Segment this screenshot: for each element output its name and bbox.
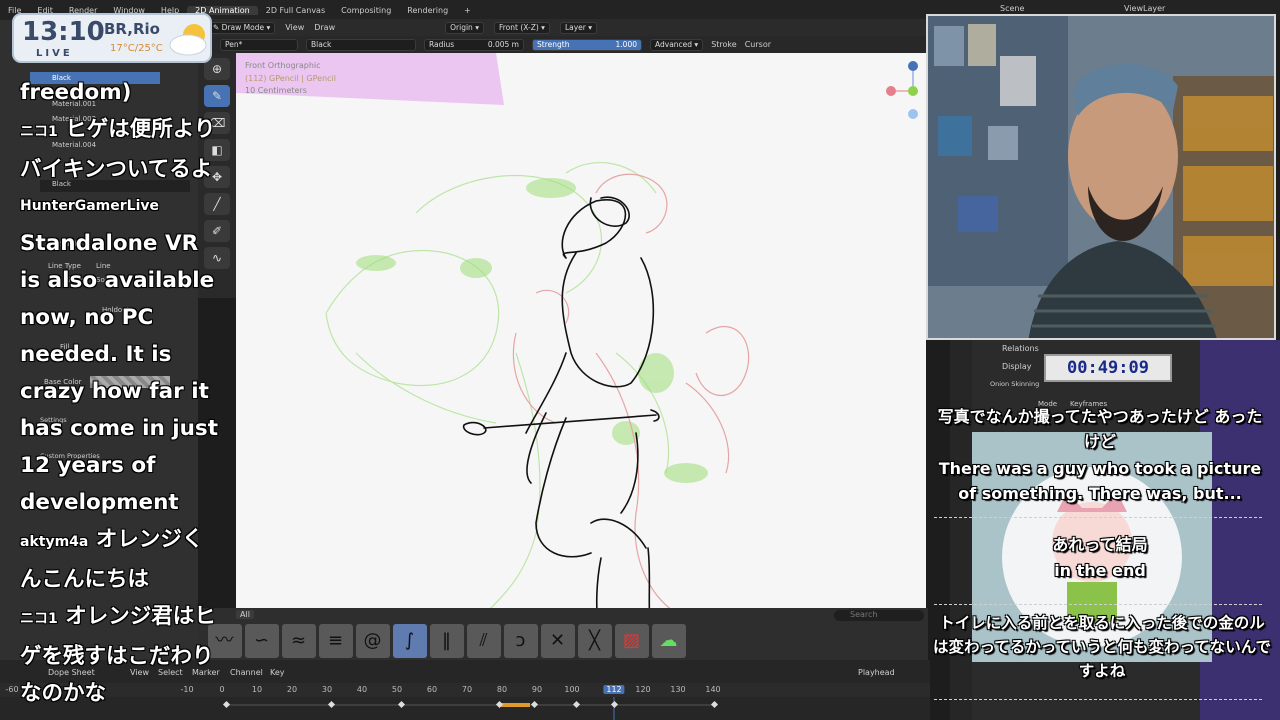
partly-cloudy-icon bbox=[169, 24, 207, 56]
draw-menu[interactable]: Draw bbox=[314, 23, 335, 32]
webcam-overlay bbox=[926, 14, 1276, 340]
chat-message: ニコ1 オレンジ君はヒゲを残すはこだわりなのかな bbox=[20, 604, 216, 706]
cursor-dropdown[interactable]: Cursor bbox=[745, 40, 771, 49]
brush-thumb[interactable]: ⫽ bbox=[466, 624, 501, 658]
brush-thumb-active[interactable]: ∫ bbox=[392, 624, 427, 658]
chat-message: HunterGamerLive Standalone VR is also ava… bbox=[20, 188, 220, 521]
brush-thumb[interactable]: ‖ bbox=[429, 624, 464, 658]
onion-skin-fills bbox=[356, 178, 708, 483]
chat-message: ニコ1 ヒゲは便所よりバイキンついてるよ bbox=[20, 117, 216, 182]
subtitle-2-jp: あれって結局 bbox=[1052, 535, 1148, 554]
brush-filter-all[interactable]: All bbox=[236, 610, 254, 619]
tab-rendering[interactable]: Rendering bbox=[399, 6, 456, 15]
frame-tick: -60 bbox=[5, 685, 19, 694]
brush-thumb[interactable]: @ bbox=[355, 624, 390, 658]
chat-username: aktym4a bbox=[20, 534, 89, 550]
dope-menu-key[interactable]: Key bbox=[270, 668, 285, 677]
tab-compositing[interactable]: Compositing bbox=[333, 6, 399, 15]
strength-slider[interactable]: Strength 1.000 bbox=[532, 38, 642, 51]
relations-section[interactable]: Relations bbox=[1002, 344, 1039, 353]
origin-dropdown[interactable]: Origin ▾ bbox=[445, 21, 484, 34]
brush-thumb[interactable]: ↄ bbox=[503, 624, 538, 658]
chat-username: ニコ1 bbox=[20, 124, 58, 140]
brush-thumb[interactable]: ✕ bbox=[540, 624, 575, 658]
chat-username: ニコ1 bbox=[20, 611, 58, 627]
subtitle-2-en: in the end bbox=[1054, 561, 1146, 580]
active-stroke-black bbox=[462, 196, 660, 623]
frame-tick: 60 bbox=[426, 685, 438, 694]
subtitle-1-en: There was a guy who took a picture of so… bbox=[938, 459, 1262, 503]
subtitle-divider bbox=[934, 604, 1262, 605]
layer-dropdown[interactable]: Layer ▾ bbox=[559, 21, 598, 34]
stream-timer: 00:49:09 bbox=[1044, 354, 1172, 382]
onion-skin-red bbox=[512, 173, 750, 614]
brush-thumb[interactable]: ▨ bbox=[614, 624, 649, 658]
frame-tick: 90 bbox=[531, 685, 543, 694]
frame-tick: 30 bbox=[321, 685, 333, 694]
viewlayer-selector[interactable]: ViewLayer bbox=[1124, 4, 1165, 13]
chat-message: aktym4a オレンジくんこんにちは bbox=[20, 527, 204, 592]
drawing-canvas bbox=[236, 53, 750, 623]
brush-search-input[interactable]: Search bbox=[834, 610, 924, 621]
frame-tick: 80 bbox=[496, 685, 508, 694]
brush-thumb[interactable]: ≈ bbox=[281, 624, 316, 658]
brush-asset-shelf: All Search 〰 ∽ ≈ ≡ @ ∫ ‖ ⫽ ↄ ✕ ╳ ▨ ☁ bbox=[198, 608, 928, 660]
view-menu[interactable]: View bbox=[285, 23, 304, 32]
tab-2d-full-canvas[interactable]: 2D Full Canvas bbox=[258, 6, 333, 15]
frame-tick: 130 bbox=[670, 685, 686, 694]
onion-skinning-section[interactable]: Onion Skinning bbox=[990, 380, 1039, 388]
subtitle-3-jp: トイレに入る前とを取るに入った後での金のルは変わってるかっていうと何も変わってな… bbox=[933, 614, 1271, 680]
tool-header: ✎ Draw Mode ▾ View Draw Origin ▾ Front (… bbox=[198, 19, 928, 36]
chat-username: HunterGamerLive bbox=[20, 198, 160, 214]
frame-tick: 120 bbox=[635, 685, 651, 694]
live-badge: LIVE bbox=[36, 48, 73, 59]
current-frame-indicator[interactable]: 112 bbox=[603, 685, 625, 694]
orientation-dropdown[interactable]: Front (X-Z) ▾ bbox=[493, 21, 550, 34]
webcam-image bbox=[928, 16, 1274, 338]
brush-thumb[interactable]: ∽ bbox=[244, 624, 279, 658]
temperature-range: 17°C/25°C bbox=[110, 43, 163, 54]
object-info: (112) GPencil | GPencil bbox=[245, 73, 336, 83]
brush-thumb[interactable]: ☁ bbox=[651, 624, 686, 658]
frame-tick: 0 bbox=[219, 685, 225, 694]
tool-settings-bar: Pen* Black Radius 0.005 m Strength 1.000 A… bbox=[198, 36, 928, 53]
radius-field[interactable]: Radius 0.005 m bbox=[424, 38, 524, 51]
pencil-icon: ✎ bbox=[213, 23, 222, 32]
brush-thumb[interactable]: ╳ bbox=[577, 624, 612, 658]
3d-viewport-canvas[interactable] bbox=[236, 53, 926, 623]
view-name: Front Orthographic bbox=[245, 61, 321, 70]
mode-dropdown[interactable]: ✎ Draw Mode ▾ bbox=[208, 21, 276, 34]
viewport-info: Front Orthographic (112) GPencil | GPenc… bbox=[245, 60, 336, 98]
grid-scale: 10 Centimeters bbox=[245, 86, 307, 95]
brush-thumb[interactable]: ≡ bbox=[318, 624, 353, 658]
frame-tick: 70 bbox=[461, 685, 473, 694]
frame-tick: 50 bbox=[391, 685, 403, 694]
chat-message: freedom) bbox=[20, 80, 132, 105]
frame-tick: 20 bbox=[286, 685, 298, 694]
frame-tick: 100 bbox=[564, 685, 580, 694]
advanced-dropdown[interactable]: Advanced ▾ bbox=[650, 38, 704, 51]
chat-overlay: freedom) ニコ1 ヒゲは便所よりバイキンついてるよ HunterGame… bbox=[20, 74, 220, 712]
stroke-dropdown[interactable]: Stroke bbox=[711, 40, 737, 49]
location-label: BR,Rio bbox=[104, 20, 160, 38]
clock-time: 13:10 bbox=[22, 17, 105, 47]
weather-widget: 13:10 LIVE BR,Rio 17°C/25°C bbox=[12, 13, 212, 63]
subtitle-1-jp: 写真でなんか撮ってたやつあったけど あったけど bbox=[937, 407, 1263, 451]
frame-tick: 140 bbox=[705, 685, 721, 694]
tab-add[interactable]: + bbox=[456, 6, 479, 15]
brush-selector[interactable]: Pen* bbox=[220, 38, 298, 51]
frame-tick: 40 bbox=[356, 685, 368, 694]
scene-selector[interactable]: Scene bbox=[1000, 4, 1024, 13]
subtitle-divider bbox=[934, 517, 1262, 518]
frame-tick: 10 bbox=[251, 685, 263, 694]
navigation-gizmo[interactable] bbox=[881, 58, 921, 128]
subtitle-divider bbox=[934, 699, 1262, 700]
brush-list: 〰 ∽ ≈ ≡ @ ∫ ‖ ⫽ ↄ ✕ ╳ ▨ ☁ bbox=[206, 624, 687, 658]
playhead-dropdown[interactable]: Playhead bbox=[858, 668, 895, 677]
material-selector[interactable]: Black bbox=[306, 38, 416, 51]
display-section[interactable]: Display bbox=[1002, 362, 1032, 371]
dope-menu-channel[interactable]: Channel bbox=[230, 668, 263, 677]
